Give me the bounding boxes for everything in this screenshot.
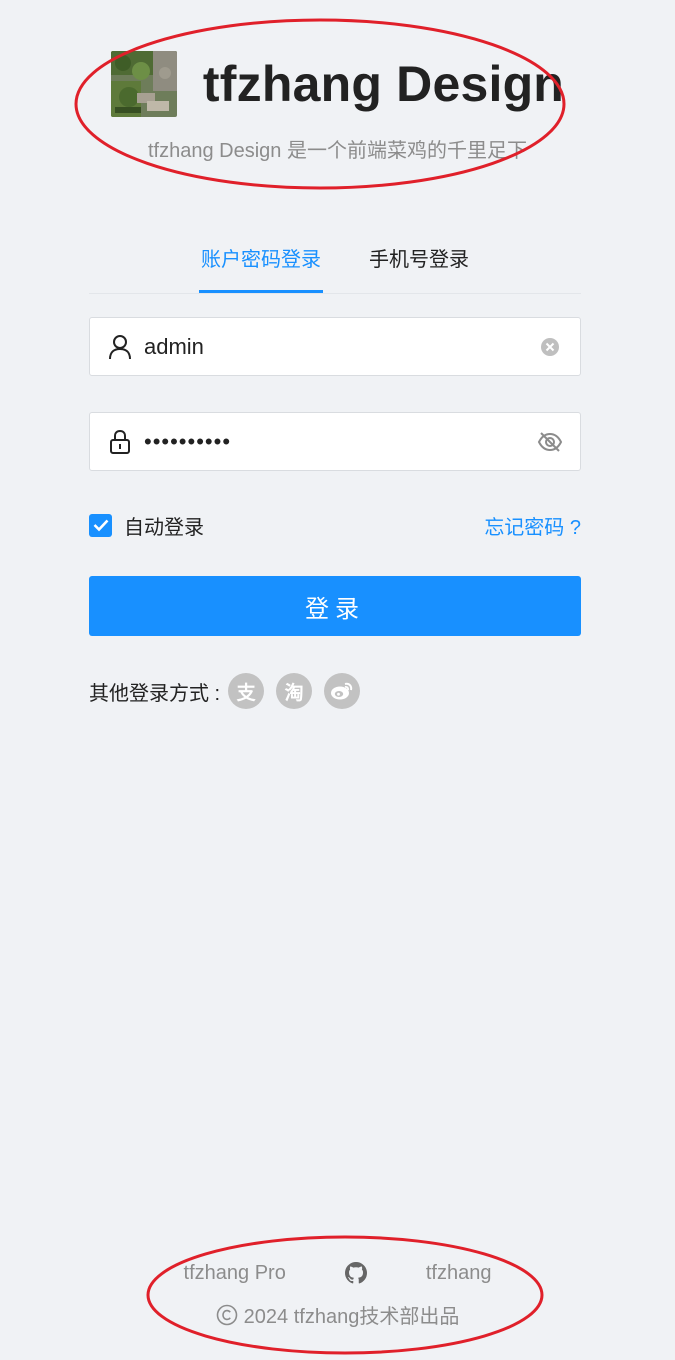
clear-icon[interactable]: [536, 333, 564, 361]
copyright: 2024 tfzhang技术部出品: [0, 1300, 675, 1329]
forgot-password-link[interactable]: 忘记密码 ?: [484, 511, 581, 540]
footer-link-pro[interactable]: tfzhang Pro: [184, 1262, 286, 1285]
logo-image: [110, 51, 177, 117]
app-subtitle: tfzhang Design 是一个前端菜鸡的千里足下: [148, 140, 527, 162]
lock-icon: [106, 428, 134, 456]
copyright-text: 2024 tfzhang技术部出品: [243, 1306, 460, 1328]
footer-links: tfzhang Pro tfzhang: [0, 1256, 675, 1290]
app-title: tfzhang Design: [202, 56, 565, 112]
tab-account-password[interactable]: 账户密码登录: [199, 238, 323, 293]
username-input[interactable]: admin: [144, 334, 536, 360]
alipay-icon[interactable]: 支: [228, 673, 265, 709]
login-button[interactable]: 登录: [89, 576, 581, 636]
password-input[interactable]: ••••••••••: [144, 429, 536, 455]
brand: tfzhang Design: [0, 50, 675, 118]
footer: tfzhang Pro tfzhang 2024 tfzhang技术部出品: [0, 1256, 675, 1329]
remember-checkbox[interactable]: [89, 513, 112, 537]
github-icon[interactable]: [344, 1261, 368, 1285]
weibo-icon[interactable]: [324, 673, 361, 709]
copyright-icon: [216, 1304, 237, 1325]
login-header: tfzhang Design tfzhang Design 是一个前端菜鸡的千里…: [0, 50, 675, 163]
other-login: 其他登录方式 : 支 淘: [89, 672, 372, 710]
other-login-label: 其他登录方式 :: [89, 682, 221, 705]
check-icon: [93, 519, 108, 532]
password-field[interactable]: ••••••••••: [89, 412, 581, 471]
login-tabs: 账户密码登录 手机号登录: [89, 238, 581, 294]
footer-link-author[interactable]: tfzhang: [426, 1262, 492, 1285]
tab-phone[interactable]: 手机号登录: [367, 238, 471, 293]
login-options: 自动登录 忘记密码 ?: [89, 508, 581, 542]
username-field[interactable]: admin: [89, 317, 581, 376]
eye-invisible-icon[interactable]: [536, 428, 564, 456]
taobao-icon[interactable]: 淘: [276, 673, 313, 709]
user-icon: [106, 333, 134, 361]
remember-me[interactable]: 自动登录: [89, 511, 204, 540]
remember-label: 自动登录: [124, 516, 204, 539]
